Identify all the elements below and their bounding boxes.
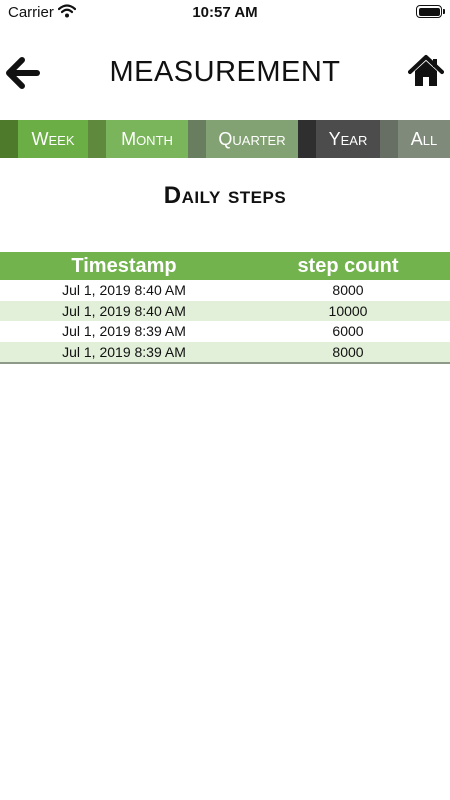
home-button[interactable] (408, 54, 444, 90)
tab-separator (298, 120, 316, 158)
table-row: Jul 1, 2019 8:39 AM 6000 (0, 321, 450, 342)
period-tab-bar: Week Month Quarter Year All (0, 120, 450, 158)
tab-all[interactable]: All (398, 120, 450, 158)
step-count-cell: 10000 (328, 302, 368, 319)
table-row: Jul 1, 2019 8:40 AM 8000 (0, 280, 450, 301)
battery-icon (416, 5, 445, 18)
tab-month[interactable]: Month (106, 120, 188, 158)
tab-quarter[interactable]: Quarter (206, 120, 298, 158)
timestamp-cell: Jul 1, 2019 8:40 AM (62, 302, 186, 319)
timestamp-cell: Jul 1, 2019 8:40 AM (62, 282, 186, 298)
section-title: Daily steps (163, 182, 287, 209)
step-count-cell: 8000 (332, 282, 364, 298)
column-header-timestamp: Timestamp (71, 255, 177, 277)
table-row: Jul 1, 2019 8:40 AM 10000 (0, 300, 450, 321)
tab-separator (188, 120, 206, 158)
timestamp-cell: Jul 1, 2019 8:39 AM (62, 323, 186, 339)
tab-separator (0, 120, 18, 158)
page-title: MEASUREMENT (109, 56, 341, 88)
tab-year[interactable]: Year (316, 120, 380, 158)
header: MEASUREMENT (0, 50, 450, 96)
table-row: Jul 1, 2019 8:39 AM 8000 (0, 341, 450, 362)
status-time: 10:57 AM (192, 4, 258, 21)
status-bar: Carrier 10:57 AM (0, 0, 450, 26)
tab-separator (88, 120, 106, 158)
tab-week[interactable]: Week (18, 120, 88, 158)
steps-table: Timestamp step count Jul 1, 2019 8:40 AM… (0, 252, 450, 364)
home-icon (408, 55, 444, 86)
timestamp-cell: Jul 1, 2019 8:39 AM (62, 343, 186, 360)
step-count-cell: 6000 (332, 323, 364, 339)
table-header: Timestamp step count (0, 252, 450, 280)
step-count-cell: 8000 (332, 343, 364, 360)
column-header-step-count: step count (297, 255, 399, 277)
tab-separator (380, 120, 398, 158)
table-bottom-border (0, 362, 450, 364)
